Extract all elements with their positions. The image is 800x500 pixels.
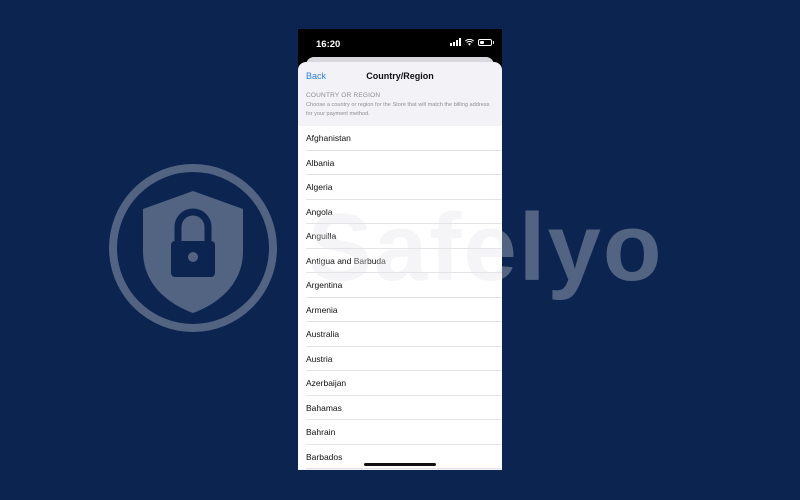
cellular-signal-icon	[450, 38, 461, 46]
page-title: Country/Region	[366, 71, 434, 81]
list-item[interactable]: Antigua and Barbuda	[298, 249, 502, 274]
list-item[interactable]: Anguilla	[298, 224, 502, 249]
list-item[interactable]: Algeria	[298, 175, 502, 200]
status-time: 16:20	[316, 39, 341, 50]
status-icons	[450, 38, 494, 46]
section-title: COUNTRY OR REGION	[306, 92, 381, 99]
section-header: COUNTRY OR REGION Choose a country or re…	[298, 90, 502, 126]
list-item[interactable]: Argentina	[298, 273, 502, 298]
list-item[interactable]: Albania	[298, 151, 502, 176]
section-description: Choose a country or region for the Store…	[306, 102, 490, 117]
shield-lock-icon	[109, 164, 277, 332]
battery-icon	[478, 38, 494, 46]
list-item[interactable]: Azerbaijan	[298, 371, 502, 396]
list-item[interactable]: Bahamas	[298, 396, 502, 421]
navigation-bar: Back Country/Region	[298, 62, 502, 90]
phone-screen: 16:20 Back Country/Region COUNTRY OR REG…	[298, 29, 502, 470]
list-item[interactable]: Bahrain	[298, 420, 502, 445]
country-region-sheet: Back Country/Region COUNTRY OR REGION Ch…	[298, 62, 502, 470]
home-indicator	[364, 463, 436, 466]
list-item[interactable]: Austria	[298, 347, 502, 372]
list-item[interactable]: Angola	[298, 200, 502, 225]
list-item[interactable]: Australia	[298, 322, 502, 347]
country-list: Afghanistan Albania Algeria Angola Angui…	[298, 126, 502, 469]
list-item[interactable]: Armenia	[298, 298, 502, 323]
wifi-icon	[465, 38, 474, 46]
list-item[interactable]: Afghanistan	[298, 126, 502, 151]
